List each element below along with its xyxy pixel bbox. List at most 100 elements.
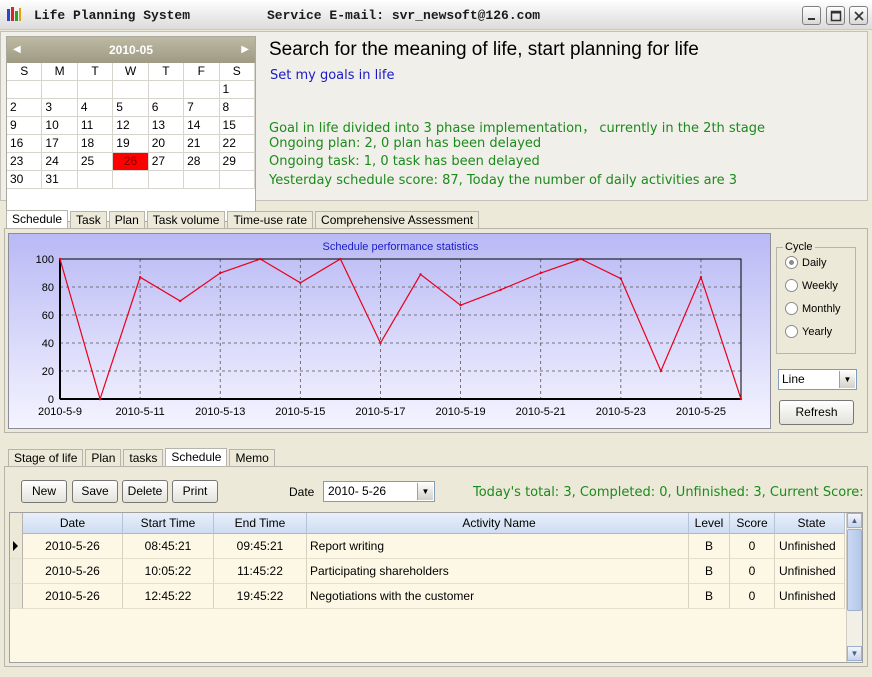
cell-state[interactable]: Unfinished bbox=[775, 534, 845, 559]
cycle-option-monthly[interactable]: Monthly bbox=[785, 302, 841, 315]
cell-score[interactable]: 0 bbox=[730, 559, 775, 584]
cell-start-time[interactable]: 08:45:21 bbox=[123, 534, 214, 559]
calendar-day[interactable]: 17 bbox=[42, 135, 78, 153]
scroll-down-icon[interactable]: ▼ bbox=[847, 646, 862, 661]
calendar-day[interactable]: 1 bbox=[219, 81, 255, 99]
tab-plan[interactable]: Plan bbox=[85, 449, 122, 467]
tab-memo[interactable]: Memo bbox=[229, 449, 275, 467]
column-header-level[interactable]: Level bbox=[689, 513, 730, 534]
column-header-score[interactable]: Score bbox=[730, 513, 775, 534]
cell-end-time[interactable]: 19:45:22 bbox=[214, 584, 307, 609]
scroll-up-icon[interactable]: ▲ bbox=[847, 513, 862, 528]
calendar-day[interactable]: 21 bbox=[184, 135, 220, 153]
maximize-button[interactable] bbox=[826, 6, 845, 25]
cell-score[interactable]: 0 bbox=[730, 584, 775, 609]
tab-stage-of-life[interactable]: Stage of life bbox=[8, 449, 84, 467]
cell-start-time[interactable]: 12:45:22 bbox=[123, 584, 214, 609]
calendar-day[interactable]: 8 bbox=[219, 99, 255, 117]
cell-start-time[interactable]: 10:05:22 bbox=[123, 559, 214, 584]
delete-button[interactable]: Delete bbox=[122, 480, 168, 503]
schedule-table[interactable]: Date Start Time End Time Activity Name Level… bbox=[9, 512, 863, 663]
calendar-day[interactable]: 10 bbox=[42, 117, 78, 135]
calendar-day[interactable]: 12 bbox=[113, 117, 149, 135]
cycle-option-weekly[interactable]: Weekly bbox=[785, 279, 838, 292]
cell-score[interactable]: 0 bbox=[730, 534, 775, 559]
tab-schedule[interactable]: Schedule bbox=[6, 210, 69, 229]
cell-level[interactable]: B bbox=[689, 559, 730, 584]
next-month-icon[interactable]: ▶ bbox=[241, 37, 249, 63]
minimize-button[interactable] bbox=[802, 6, 821, 25]
column-header-start-time[interactable]: Start Time bbox=[123, 513, 214, 534]
print-button[interactable]: Print bbox=[172, 480, 218, 503]
column-header-activity-name[interactable]: Activity Name bbox=[307, 513, 689, 534]
refresh-button[interactable]: Refresh bbox=[779, 400, 854, 425]
set-goals-link[interactable]: Set my goals in life bbox=[270, 68, 394, 83]
calendar-day[interactable]: 7 bbox=[184, 99, 220, 117]
tab-comprehensive-assessment[interactable]: Comprehensive Assessment bbox=[315, 211, 480, 229]
calendar-day[interactable]: 3 bbox=[42, 99, 78, 117]
scrollbar-thumb[interactable] bbox=[847, 529, 862, 611]
cell-state[interactable]: Unfinished bbox=[775, 559, 845, 584]
calendar-day[interactable]: 28 bbox=[184, 153, 220, 171]
calendar-day[interactable]: 16 bbox=[7, 135, 43, 153]
calendar-day[interactable]: 18 bbox=[77, 135, 114, 153]
tab-tasks[interactable]: tasks bbox=[123, 449, 164, 467]
calendar-day[interactable]: 13 bbox=[148, 117, 185, 135]
cell-activity-name[interactable]: Participating shareholders bbox=[307, 559, 689, 584]
cell-activity-name[interactable]: Report writing bbox=[307, 534, 689, 559]
radio-button[interactable] bbox=[785, 256, 798, 269]
cell-state[interactable]: Unfinished bbox=[775, 584, 845, 609]
calendar-day[interactable]: 26 bbox=[113, 153, 149, 171]
column-header-state[interactable]: State bbox=[775, 513, 845, 534]
calendar-day[interactable]: 6 bbox=[148, 99, 185, 117]
cell-end-time[interactable]: 09:45:21 bbox=[214, 534, 307, 559]
row-indicator[interactable] bbox=[10, 559, 23, 584]
tab-plan[interactable]: Plan bbox=[108, 211, 145, 229]
table-row[interactable]: 2010-5-26 08:45:21 09:45:21 Report writing B… bbox=[10, 534, 845, 559]
calendar-day[interactable]: 27 bbox=[148, 153, 185, 171]
cell-level[interactable]: B bbox=[689, 584, 730, 609]
column-header-end-time[interactable]: End Time bbox=[214, 513, 307, 534]
calendar-day[interactable]: 22 bbox=[219, 135, 255, 153]
date-picker[interactable]: 2010- 5-26 ▼ bbox=[323, 481, 435, 502]
row-indicator[interactable] bbox=[10, 584, 23, 609]
calendar-day[interactable]: 4 bbox=[77, 99, 114, 117]
tab-time-use-rate[interactable]: Time-use rate bbox=[227, 211, 314, 229]
cell-date[interactable]: 2010-5-26 bbox=[23, 559, 123, 584]
radio-button[interactable] bbox=[785, 279, 798, 292]
row-indicator[interactable] bbox=[10, 534, 23, 559]
calendar-day[interactable]: 31 bbox=[42, 171, 78, 189]
cycle-option-daily[interactable]: Daily bbox=[785, 256, 826, 269]
calendar-day[interactable]: 11 bbox=[77, 117, 114, 135]
calendar-day[interactable]: 30 bbox=[7, 171, 43, 189]
calendar-day[interactable]: 9 bbox=[7, 117, 43, 135]
cell-date[interactable]: 2010-5-26 bbox=[23, 534, 123, 559]
calendar-day[interactable]: 2 bbox=[7, 99, 43, 117]
cell-level[interactable]: B bbox=[689, 534, 730, 559]
table-row[interactable]: 2010-5-26 12:45:22 19:45:22 Negotiations wi… bbox=[10, 584, 845, 609]
calendar-day[interactable]: 23 bbox=[7, 153, 43, 171]
column-header-date[interactable]: Date bbox=[23, 513, 123, 534]
cell-activity-name[interactable]: Negotiations with the customer bbox=[307, 584, 689, 609]
calendar-day[interactable]: 25 bbox=[77, 153, 114, 171]
cell-date[interactable]: 2010-5-26 bbox=[23, 584, 123, 609]
tab-task-volume[interactable]: Task volume bbox=[146, 211, 226, 229]
radio-button[interactable] bbox=[785, 302, 798, 315]
previous-month-icon[interactable]: ◀ bbox=[13, 37, 21, 63]
title-bar[interactable]: Life Planning System Service E-mail: svr… bbox=[0, 0, 872, 30]
calendar-day[interactable]: 15 bbox=[219, 117, 255, 135]
close-button[interactable] bbox=[849, 6, 868, 25]
tab-schedule[interactable]: Schedule bbox=[165, 448, 228, 467]
vertical-scrollbar[interactable]: ▲ ▼ bbox=[846, 513, 862, 662]
cycle-option-yearly[interactable]: Yearly bbox=[785, 325, 832, 338]
new-button[interactable]: New bbox=[21, 480, 67, 503]
save-button[interactable]: Save bbox=[72, 480, 118, 503]
calendar-day[interactable]: 14 bbox=[184, 117, 220, 135]
chart-type-select[interactable]: Line ▼ bbox=[778, 369, 857, 390]
calendar-day[interactable]: 24 bbox=[42, 153, 78, 171]
table-row[interactable]: 2010-5-26 10:05:22 11:45:22 Participating s… bbox=[10, 559, 845, 584]
calendar-day[interactable]: 29 bbox=[219, 153, 255, 171]
chevron-down-icon[interactable]: ▼ bbox=[417, 483, 433, 500]
calendar-day[interactable]: 19 bbox=[113, 135, 149, 153]
radio-button[interactable] bbox=[785, 325, 798, 338]
